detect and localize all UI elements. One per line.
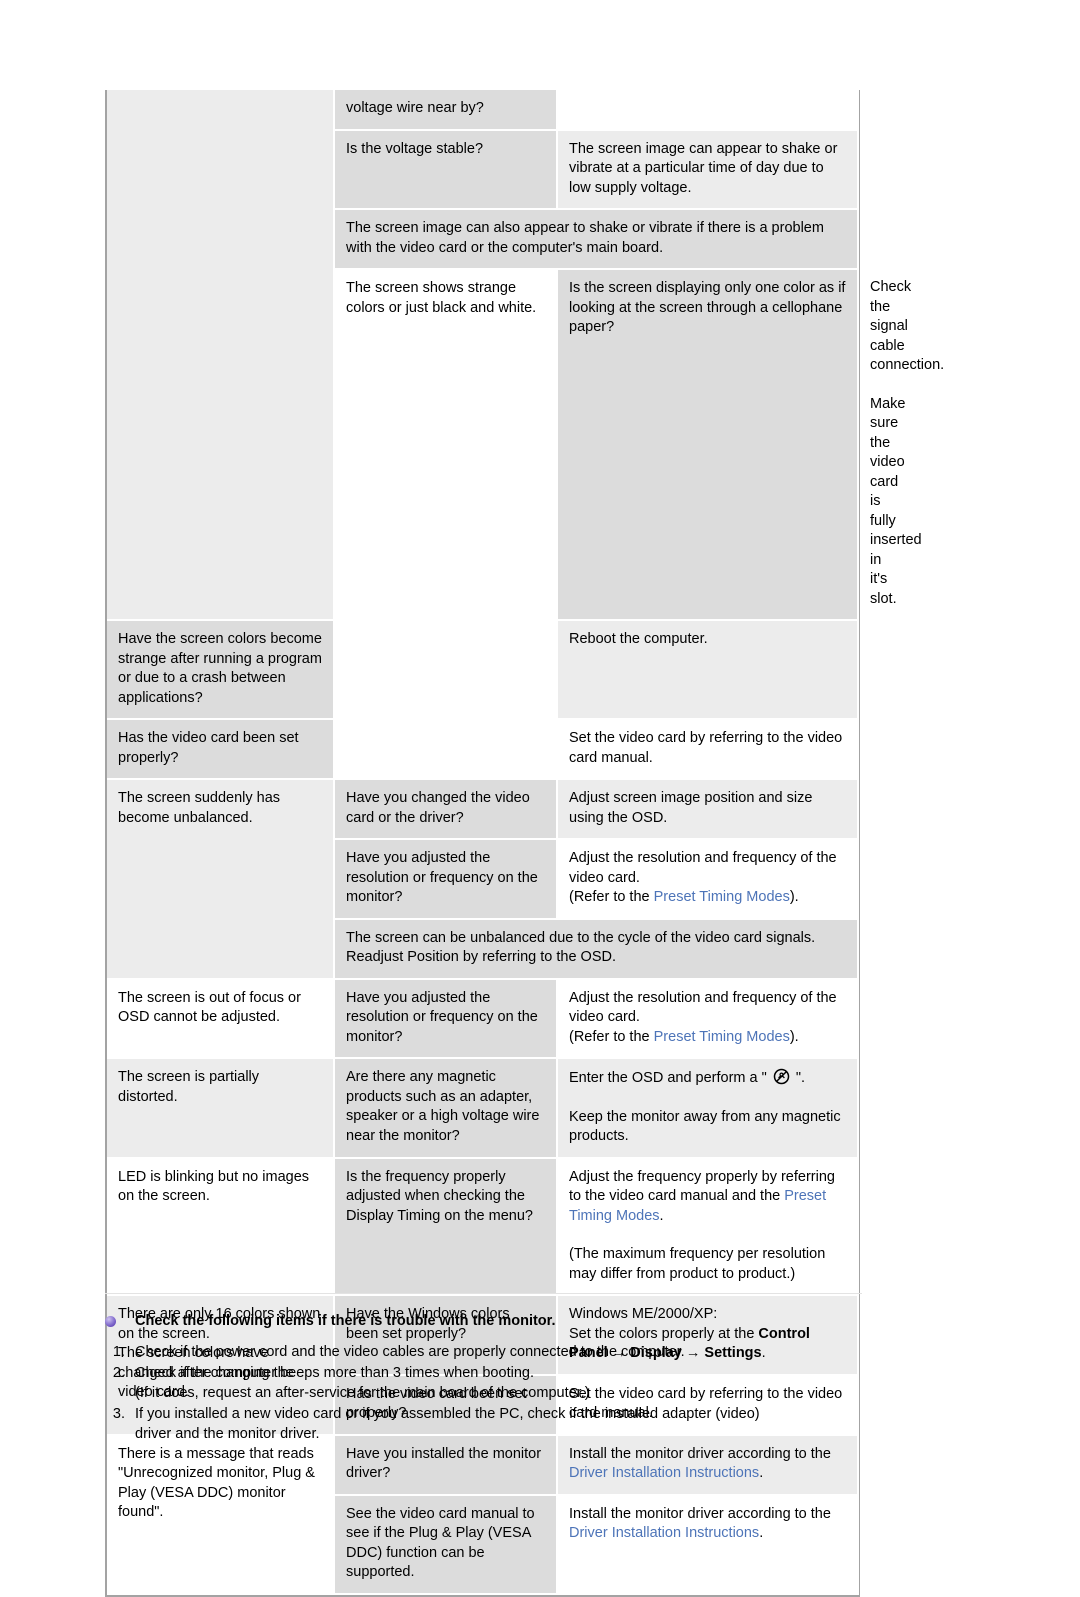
list-item-text: Check if the computer beeps more than 3 …: [135, 1363, 985, 1403]
checklist-heading: Check the following items if there is tr…: [135, 1313, 556, 1329]
degauss-icon: [773, 1068, 790, 1085]
note-cell: The screen image can also appear to shak…: [334, 209, 859, 270]
answer-gap: [569, 1226, 846, 1245]
list-item-number: 1.: [112, 1344, 125, 1360]
preset-timing-modes-link[interactable]: Preset Timing Modes: [654, 1029, 790, 1045]
list-item: 3. If you installed a new video card or …: [105, 1404, 985, 1444]
answer-osd-suffix: ".: [791, 1070, 806, 1086]
checklist: 1. Check if the power cord and the video…: [105, 1342, 985, 1444]
question-cell: Is the voltage stable?: [334, 129, 558, 210]
question-cell: Have you changed the video card or the d…: [334, 779, 558, 840]
answer-freq-suffix: .: [659, 1207, 664, 1224]
answer-gap: [569, 1089, 846, 1108]
symptom-cell: The screen is partially distorted.: [107, 1058, 335, 1159]
answer-cell: Reboot the computer.: [557, 620, 859, 720]
question-cell: Have the screen colors become strange af…: [107, 620, 335, 720]
section-divider: [105, 1293, 862, 1294]
list-item-number: 2.: [112, 1365, 125, 1381]
question-cell: Is the screen displaying only one color …: [557, 269, 859, 621]
answer-osd-second: Keep the monitor away from any magnetic …: [569, 1108, 841, 1145]
question-cell: Has the video card been set properly?: [107, 719, 335, 780]
answer-line-2: Make sure the video card is fully insert…: [870, 395, 922, 607]
symptom-cell: The screen suddenly has become unbalance…: [107, 779, 335, 980]
note-cell: The screen can be unbalanced due to the …: [334, 918, 859, 980]
list-item-text: If you installed a new video card or if …: [135, 1404, 985, 1444]
answer-driver-suffix: .: [759, 1465, 764, 1481]
bullet-icon: [105, 1316, 116, 1327]
answer-osd-prefix: Enter the OSD and perform a ": [569, 1070, 771, 1086]
answer-driver-prefix: Install the monitor driver according to …: [569, 1505, 831, 1522]
driver-installation-instructions-link[interactable]: Driver Installation Instructions: [569, 1465, 759, 1481]
symptom-cell: LED is blinking but no images on the scr…: [107, 1157, 335, 1296]
table-row: LED is blinking but no images on the scr…: [107, 1157, 859, 1296]
preset-timing-modes-link[interactable]: Preset Timing Modes: [654, 889, 790, 905]
answer-refer-prefix: (Refer to the: [569, 1028, 654, 1045]
list-item-sub: (If it does, request an after-service fo…: [135, 1385, 590, 1401]
answer-driver-suffix: .: [759, 1525, 764, 1541]
question-cell: Are there any magnetic products such as …: [334, 1058, 558, 1159]
answer-cell: Adjust the frequency properly by referri…: [557, 1157, 859, 1296]
table-row: The screen suddenly has become unbalance…: [107, 779, 859, 980]
question-cell: Have you adjusted the resolution or freq…: [334, 839, 558, 920]
answer-refer-suffix: ).: [789, 889, 799, 905]
answer-cell: Adjust the resolution and frequency of t…: [557, 978, 859, 1059]
answer-freq-second: (The maximum frequency per resolution ma…: [569, 1246, 826, 1282]
table-row: voltage wire near by?: [107, 90, 859, 621]
symptom-cell: The screen is out of focus or OSD cannot…: [107, 978, 335, 1059]
answer-text: Adjust the resolution and frequency of t…: [569, 850, 837, 886]
list-item-sub: driver and the monitor driver.: [135, 1426, 320, 1442]
answer-cell: Install the monitor driver according to …: [557, 1494, 859, 1595]
answer-driver-prefix: Install the monitor driver according to …: [569, 1445, 831, 1462]
answer-text: Adjust the resolution and frequency of t…: [569, 989, 837, 1026]
checklist-heading-row: Check the following items if there is tr…: [105, 1312, 985, 1330]
table-row: The screen is out of focus or OSD cannot…: [107, 978, 859, 1059]
answer-refer-prefix: (Refer to the: [569, 889, 654, 905]
question-cell: See the video card manual to see if the …: [334, 1494, 558, 1595]
list-item: 2. Check if the computer beeps more than…: [105, 1363, 985, 1403]
symptom-cell: [107, 90, 335, 621]
answer-cell: Set the video card by referring to the v…: [557, 719, 859, 780]
answer-line-1: Check the signal cable connection.: [870, 279, 945, 373]
symptom-cell: There is a message that reads "Unrecogni…: [107, 1434, 335, 1595]
driver-installation-instructions-link[interactable]: Driver Installation Instructions: [569, 1525, 759, 1541]
question-cell: Is the frequency properly adjusted when …: [334, 1157, 558, 1296]
list-item-number: 3.: [112, 1406, 125, 1422]
list-item-text: Check if the power cord and the video ca…: [135, 1344, 685, 1360]
list-item-main: Check if the computer beeps more than 3 …: [135, 1365, 534, 1381]
answer-cell: Enter the OSD and perform a " ". Keep th…: [557, 1058, 859, 1159]
question-cell: voltage wire near by?: [334, 90, 558, 131]
checklist-section: Check the following items if there is tr…: [105, 1312, 985, 1445]
answer-cell: Adjust the resolution and frequency of t…: [557, 839, 859, 920]
answer-refer-suffix: ).: [789, 1028, 799, 1045]
table-row: The screen is partially distorted. Are t…: [107, 1058, 859, 1159]
answer-cell: The screen image can appear to shake or …: [557, 129, 859, 210]
answer-cell: Adjust screen image position and size us…: [557, 779, 859, 840]
answer-cell: [557, 90, 859, 131]
symptom-cell: The screen shows strange colors or just …: [334, 269, 558, 780]
list-item-main: If you installed a new video card or if …: [135, 1406, 760, 1422]
question-cell: Have you adjusted the resolution or freq…: [334, 978, 558, 1059]
list-item: 1. Check if the power cord and the video…: [105, 1342, 985, 1362]
